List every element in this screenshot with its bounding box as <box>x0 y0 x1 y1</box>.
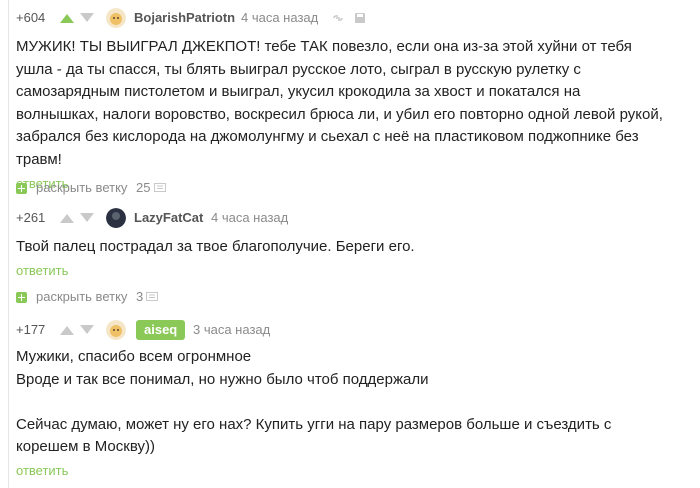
arrow-down-icon[interactable] <box>80 13 94 23</box>
arrow-down-icon[interactable] <box>80 213 94 223</box>
arrow-up-icon[interactable] <box>60 325 74 335</box>
thread-line <box>8 0 9 488</box>
arrow-down-icon[interactable] <box>80 325 94 335</box>
comment-time: 4 часа назад <box>241 10 319 25</box>
comment-text: Твой палец пострадал за твое благополучи… <box>16 238 415 255</box>
expand-thread[interactable]: раскрыть ветку 25 <box>16 179 176 197</box>
author-name[interactable]: aiseq <box>136 320 186 340</box>
comment-icon <box>146 292 158 301</box>
avatar[interactable] <box>106 320 126 340</box>
reply-link[interactable]: ответить <box>16 262 68 280</box>
expand-plus-icon <box>16 183 27 194</box>
expand-label: раскрыть ветку <box>36 289 128 304</box>
expand-plus-icon <box>16 292 27 303</box>
comment-text: МУЖИК! ТЫ ВЫИГРАЛ ДЖЕКПОТ! тебе ТАК пове… <box>16 38 663 168</box>
arrow-up-icon[interactable] <box>60 13 74 23</box>
comment-header: +261 LazyFatCat 4 часа назад <box>16 208 692 228</box>
avatar[interactable] <box>106 208 126 228</box>
comment: +177 aiseq 3 часа назад Мужики, спасибо … <box>16 320 692 480</box>
comment: +261 LazyFatCat 4 часа назад Твой палец … <box>16 208 692 280</box>
avatar[interactable] <box>106 8 126 28</box>
expand-count: 25 <box>136 180 151 195</box>
comment: +604 BojarishPatriotn 4 часа назад МУЖИК… <box>16 8 692 193</box>
expand-label: раскрыть ветку <box>36 180 128 195</box>
author-name[interactable]: LazyFatCat <box>134 208 203 228</box>
expand-thread[interactable]: раскрыть ветку 3 <box>16 288 166 306</box>
rating: +177 <box>16 322 46 337</box>
rating: +604 <box>16 10 46 25</box>
rating: +261 <box>16 210 46 225</box>
comment-header: +604 BojarishPatriotn 4 часа назад <box>16 8 692 28</box>
comment-text: Мужики, спасибо всем огронмное Вроде и т… <box>16 348 612 455</box>
expand-count: 3 <box>136 289 144 304</box>
link-icon[interactable] <box>332 12 344 24</box>
save-icon[interactable] <box>354 12 366 24</box>
comment-icon <box>154 183 166 192</box>
author-name[interactable]: BojarishPatriotn <box>134 8 235 28</box>
reply-link[interactable]: ответить <box>16 462 68 480</box>
comment-time: 3 часа назад <box>193 322 271 337</box>
comment-header: +177 aiseq 3 часа назад <box>16 320 692 340</box>
comment-time: 4 часа назад <box>211 210 289 225</box>
arrow-up-icon[interactable] <box>60 213 74 223</box>
